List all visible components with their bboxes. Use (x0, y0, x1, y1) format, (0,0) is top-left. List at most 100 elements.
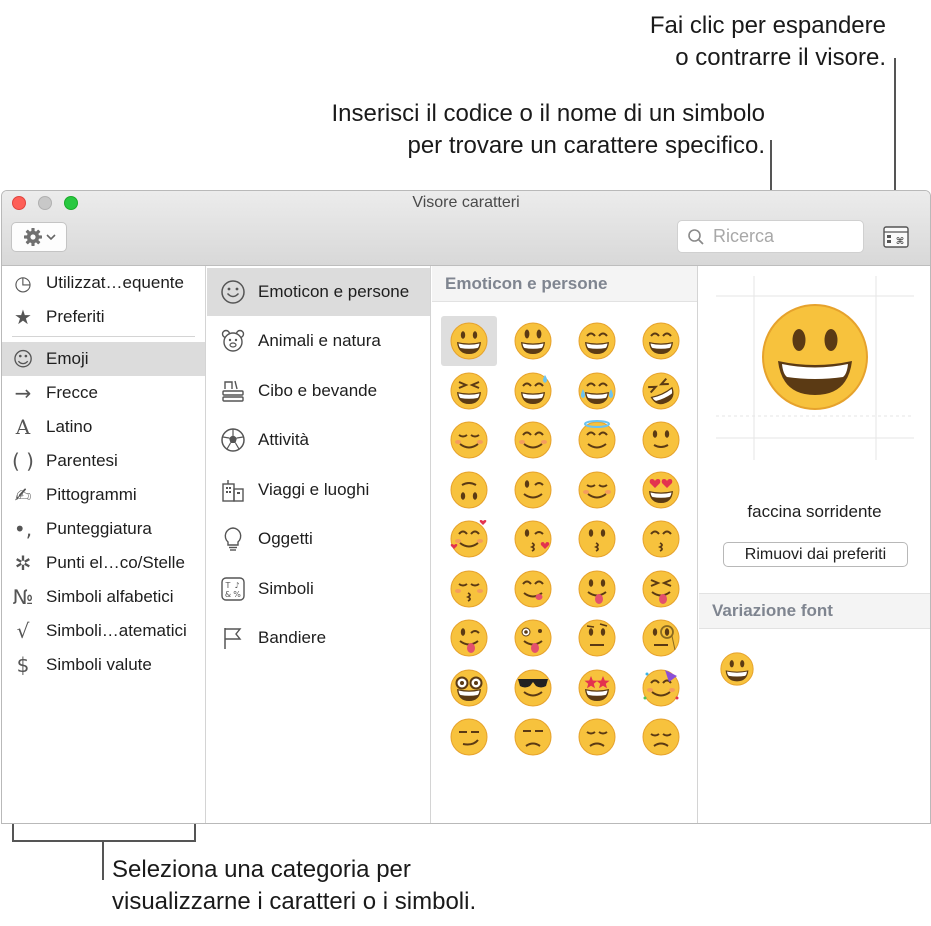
disappointed-face-icon (578, 718, 616, 756)
emoji-cell[interactable] (633, 415, 689, 465)
subcategory-item[interactable]: Viaggi e luoghi (207, 466, 430, 514)
emoji-cell[interactable] (633, 663, 689, 713)
grinning-sweat-icon (514, 372, 552, 410)
emoji-cell[interactable] (441, 316, 497, 366)
food-icon (218, 378, 248, 404)
callout-search-line2: per trovare un carattere specifico. (407, 132, 765, 159)
grinning-face-variant-icon[interactable] (718, 650, 756, 688)
category-item[interactable]: ✍ Pittogrammi (2, 478, 205, 512)
callout-category-bracket-right (194, 822, 196, 842)
emoji-cell[interactable] (505, 415, 561, 465)
emoji-cell[interactable] (505, 663, 561, 713)
action-menu-button[interactable] (11, 222, 67, 252)
callout-category: Seleziona una categoria per visualizzarn… (112, 854, 612, 918)
grinning-big-eyes-icon (514, 322, 552, 360)
category-item[interactable]: ◷ Utilizzat…equente (2, 266, 205, 300)
emoji-cell[interactable] (441, 415, 497, 465)
subcategory-item-selected[interactable]: Emoticon e persone (207, 268, 430, 316)
category-label: Preferiti (46, 307, 105, 326)
subcategory-item[interactable]: Oggetti (207, 515, 430, 563)
smiley-icon: ☺ (12, 347, 34, 371)
grinning-face-icon (450, 322, 488, 360)
search-field[interactable] (677, 220, 864, 253)
remove-favorite-button[interactable]: Rimuovi dai preferiti (723, 542, 908, 567)
lightbulb-icon (218, 526, 248, 552)
emoji-cell[interactable] (569, 415, 625, 465)
emoji-cell[interactable] (441, 564, 497, 614)
tongue-out-icon (578, 570, 616, 608)
emoji-cell[interactable] (633, 514, 689, 564)
svg-text:&: & (225, 590, 231, 599)
emoji-cell[interactable] (633, 613, 689, 663)
emoji-cell[interactable] (505, 366, 561, 416)
emoji-cell[interactable] (633, 712, 689, 762)
kissing-smiling-eyes-icon (642, 520, 680, 558)
emoji-cell[interactable] (633, 366, 689, 416)
emoji-cell[interactable] (505, 316, 561, 366)
emoji-cell[interactable] (569, 514, 625, 564)
subcategory-item[interactable]: Attività (207, 416, 430, 464)
emoji-cell[interactable] (569, 663, 625, 713)
category-item[interactable]: ✲ Punti el…co/Stelle (2, 546, 205, 580)
soccer-ball-icon (218, 427, 248, 453)
smiling-face-icon (450, 421, 488, 459)
subcategory-label: Simboli (258, 579, 314, 598)
subcategory-item[interactable]: Animali e natura (207, 317, 430, 365)
numero-icon: № (12, 585, 34, 609)
category-item[interactable]: •, Punteggiatura (2, 512, 205, 546)
emoji-cell[interactable] (505, 564, 561, 614)
category-item[interactable]: ★ Preferiti (2, 300, 205, 334)
emoji-cell[interactable] (633, 316, 689, 366)
emoji-cell[interactable] (569, 316, 625, 366)
emoji-cell[interactable] (505, 712, 561, 762)
emoji-cell[interactable] (569, 366, 625, 416)
emoji-cell[interactable] (441, 514, 497, 564)
emoji-cell[interactable] (569, 564, 625, 614)
halo-face-icon (578, 420, 616, 459)
star-struck-icon (578, 669, 616, 707)
emoji-cell[interactable] (441, 465, 497, 515)
category-label: Utilizzat…equente (46, 273, 184, 292)
emoji-cell[interactable] (441, 366, 497, 416)
svg-text:⌘: ⌘ (896, 237, 905, 247)
search-input[interactable] (713, 221, 858, 252)
emoji-cell[interactable] (633, 564, 689, 614)
subcategory-item[interactable]: Cibo e bevande (207, 367, 430, 415)
tears-of-joy-icon (578, 372, 616, 410)
emoji-cell[interactable] (505, 465, 561, 515)
category-item[interactable]: A Latino (2, 410, 205, 444)
subcategory-item[interactable]: Bandiere (207, 614, 430, 662)
emoji-cell[interactable] (569, 613, 625, 663)
subcategory-item[interactable]: T ♪ &% Simboli (207, 565, 430, 613)
emoji-cell[interactable] (505, 514, 561, 564)
emoji-cell[interactable] (569, 465, 625, 515)
expand-viewer-button[interactable]: ⌘ (883, 226, 909, 248)
emoji-cell[interactable] (441, 613, 497, 663)
category-item[interactable]: № Simboli alfabetici (2, 580, 205, 614)
category-item-selected[interactable]: ☺ Emoji (2, 342, 205, 376)
callout-category-line (102, 840, 104, 880)
toolbar: Visore caratteri Ricerca ⌘ (2, 191, 930, 266)
category-label: Frecce (46, 383, 98, 402)
emoji-cell[interactable] (569, 712, 625, 762)
callout-search: Inserisci il codice o il nome di un simb… (185, 98, 765, 162)
emoji-cell[interactable] (441, 663, 497, 713)
squinting-tongue-icon (642, 570, 680, 608)
category-item[interactable]: ( ) Parentesi (2, 444, 205, 478)
emoji-cell[interactable] (505, 613, 561, 663)
callout-expand-line2: o contrarre il visore. (675, 44, 886, 71)
divider (12, 336, 195, 337)
category-label: Pittogrammi (46, 485, 137, 504)
callout-expand: Fai clic per espandere o contrarre il vi… (466, 10, 886, 74)
category-item[interactable]: √ Simboli…atematici (2, 614, 205, 648)
callout-category-line2: visualizzarne i caratteri o i simboli. (112, 888, 477, 915)
emoji-cell[interactable] (633, 465, 689, 515)
glyph-preview (716, 276, 914, 460)
svg-text:♪: ♪ (234, 581, 239, 590)
category-item[interactable]: $ Simboli valute (2, 648, 205, 682)
nerd-face-icon (450, 669, 488, 707)
category-item[interactable]: → Frecce (2, 376, 205, 410)
slight-smile-icon (642, 421, 680, 459)
subcategory-list: Emoticon e persone Animali e natura Cibo… (207, 266, 431, 823)
emoji-cell[interactable] (441, 712, 497, 762)
